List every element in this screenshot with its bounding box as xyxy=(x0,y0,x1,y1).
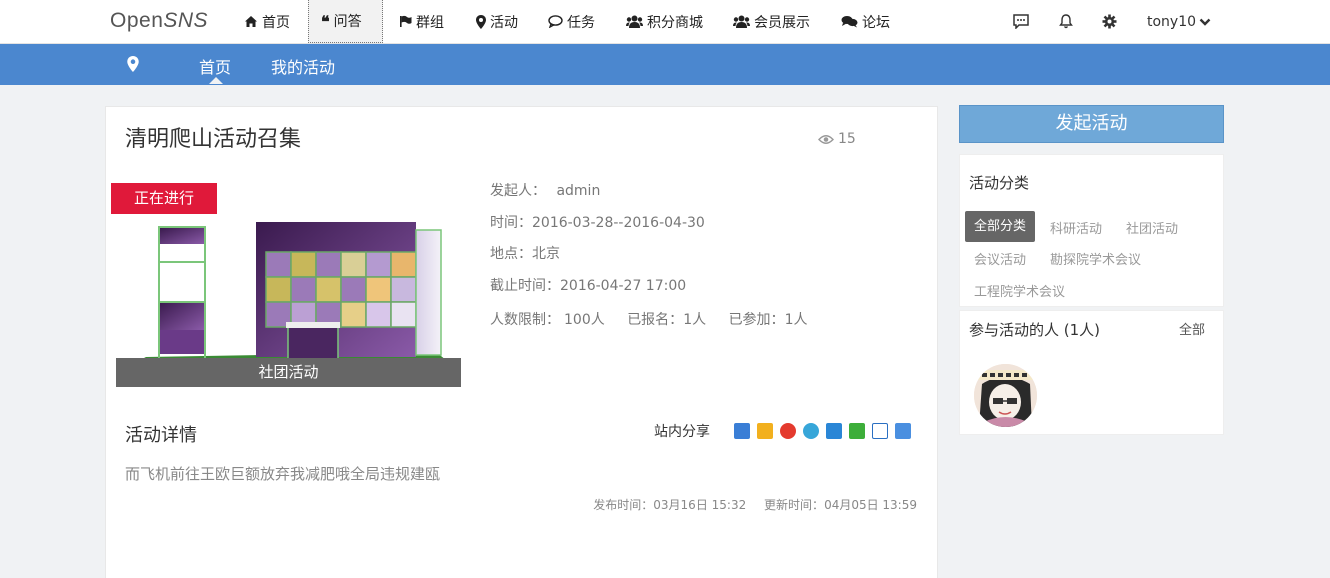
nav-item-points-mall[interactable]: 积分商城 xyxy=(620,0,709,43)
categories-title: 活动分类 xyxy=(969,174,1030,192)
top-navbar: OpenSNS 首页 ❝ 问答 群组 活动 任务 积分商城 会员展示 论坛 to… xyxy=(0,0,1330,44)
share-more-icon[interactable] xyxy=(734,423,750,439)
quote-icon: ❝ xyxy=(321,11,330,31)
renren-icon[interactable] xyxy=(826,423,842,439)
copy-icon[interactable] xyxy=(895,423,911,439)
deadline-value: 2016-04-27 17:00 xyxy=(560,278,687,294)
category-club[interactable]: 社团活动 xyxy=(1126,218,1178,237)
nav-label: 会员展示 xyxy=(754,14,810,31)
participants-title: 参与活动的人 (1人) xyxy=(969,321,1101,339)
participants-all-link[interactable]: 全部 xyxy=(1179,319,1205,338)
messages-button[interactable] xyxy=(1013,0,1029,43)
avatar-image xyxy=(974,364,1037,427)
settings-button[interactable] xyxy=(1102,0,1117,43)
category-caption[interactable]: 社团活动 xyxy=(116,358,461,387)
user-menu[interactable]: tony10 xyxy=(1147,0,1211,43)
weibo-icon[interactable] xyxy=(780,423,796,439)
chevron-down-icon xyxy=(1199,18,1211,26)
participants-panel: 参与活动的人 (1人) 全部 xyxy=(959,310,1224,435)
updated-label: 更新时间： xyxy=(764,498,825,512)
share-label: 站内分享 xyxy=(654,424,710,440)
nav-label: 问答 xyxy=(333,14,362,30)
view-count-value: 15 xyxy=(838,131,856,147)
published-label: 发布时间： xyxy=(593,498,654,512)
comments-icon xyxy=(841,16,858,28)
time-value: 2016-03-28--2016-04-30 xyxy=(532,215,705,231)
place-value: 北京 xyxy=(532,246,560,262)
signed-label: 已报名： xyxy=(627,312,684,328)
event-description: 而飞机前往王欧巨额放弃我减肥哦全局违规建瓯 xyxy=(125,465,441,483)
nav-label: 论坛 xyxy=(862,14,890,31)
nav-label: 首页 xyxy=(262,14,290,31)
place-label: 地点： xyxy=(490,246,532,262)
limit-value: 100人 xyxy=(564,312,605,328)
nav-label: 活动 xyxy=(490,14,518,31)
joined-value: 1人 xyxy=(784,312,808,328)
map-marker-icon xyxy=(476,14,486,29)
deadline-row: 截止时间：2016-04-27 17:00 xyxy=(490,275,686,295)
douban-icon[interactable] xyxy=(872,423,888,439)
message-icon xyxy=(1013,14,1029,29)
gear-icon xyxy=(1102,14,1117,29)
comment-icon xyxy=(548,15,563,28)
updated-value: 04月05日 13:59 xyxy=(824,498,917,512)
status-badge: 正在进行 xyxy=(111,183,217,214)
nav-item-home[interactable]: 首页 xyxy=(238,0,296,43)
nav-item-events[interactable]: 活动 xyxy=(470,0,524,43)
users-icon xyxy=(733,15,750,28)
nav-item-qa[interactable]: ❝ 问答 xyxy=(308,0,383,43)
nav-label: 任务 xyxy=(567,14,595,31)
capacity-row: 人数限制： 100人 已报名：1人 已参加：1人 xyxy=(490,309,807,329)
active-tab-caret xyxy=(209,77,223,84)
eye-icon xyxy=(818,134,834,144)
tencent-weibo-icon[interactable] xyxy=(803,423,819,439)
organizer-row: 发起人： admin xyxy=(490,180,600,200)
detail-title: 活动详情 xyxy=(125,425,197,446)
home-icon xyxy=(245,16,257,27)
flag-icon xyxy=(400,15,412,27)
category-meeting[interactable]: 会议活动 xyxy=(974,249,1026,268)
nav-label: 群组 xyxy=(416,14,444,31)
category-panel: 活动分类 全部分类 科研活动 社团活动 会议活动 勘探院学术会议 工程院学术会议 xyxy=(959,154,1224,307)
published-value: 03月16日 15:32 xyxy=(653,498,747,512)
share-icons xyxy=(734,423,911,439)
place-row: 地点：北京 xyxy=(490,243,560,263)
wechat-icon[interactable] xyxy=(849,423,865,439)
users-icon xyxy=(626,15,643,28)
limit-label: 人数限制： xyxy=(490,312,560,328)
time-row: 时间：2016-03-28--2016-04-30 xyxy=(490,212,705,232)
organizer-label: 发起人： xyxy=(490,183,546,199)
username: tony10 xyxy=(1147,13,1197,30)
post-meta: 发布时间：03月16日 15:32 更新时间：04月05日 13:59 xyxy=(593,496,917,513)
logo[interactable]: OpenSNS xyxy=(110,9,208,33)
launch-event-button[interactable]: 发起活动 xyxy=(959,105,1224,143)
event-subnav: 首页 我的活动 xyxy=(0,44,1330,85)
category-exploration[interactable]: 勘探院学术会议 xyxy=(1050,249,1141,268)
organizer-value[interactable]: admin xyxy=(556,183,600,199)
category-research[interactable]: 科研活动 xyxy=(1050,218,1102,237)
bell-icon xyxy=(1059,14,1073,29)
qzone-star-icon[interactable] xyxy=(757,423,773,439)
subnav-my-events[interactable]: 我的活动 xyxy=(271,54,335,78)
deadline-label: 截止时间： xyxy=(490,278,560,294)
view-count: 15 xyxy=(818,131,856,147)
subnav-home[interactable]: 首页 xyxy=(199,54,231,78)
time-label: 时间： xyxy=(490,215,532,231)
nav-item-tasks[interactable]: 任务 xyxy=(542,0,601,43)
avatar[interactable] xyxy=(974,364,1037,427)
nav-item-members[interactable]: 会员展示 xyxy=(727,0,816,43)
nav-label: 积分商城 xyxy=(647,14,703,31)
joined-label: 已参加： xyxy=(728,312,785,328)
event-title: 清明爬山活动召集 xyxy=(125,127,302,152)
signed-value: 1人 xyxy=(683,312,707,328)
nav-item-forum[interactable]: 论坛 xyxy=(835,0,896,43)
event-card: 清明爬山活动召集 15 正在进行 社团活动 发起人： admin 时间：2016… xyxy=(105,106,938,578)
nav-item-groups[interactable]: 群组 xyxy=(393,0,450,43)
category-all[interactable]: 全部分类 xyxy=(965,211,1036,242)
map-marker-icon[interactable] xyxy=(127,56,139,72)
category-engineering[interactable]: 工程院学术会议 xyxy=(974,281,1065,300)
notifications-button[interactable] xyxy=(1059,0,1073,43)
